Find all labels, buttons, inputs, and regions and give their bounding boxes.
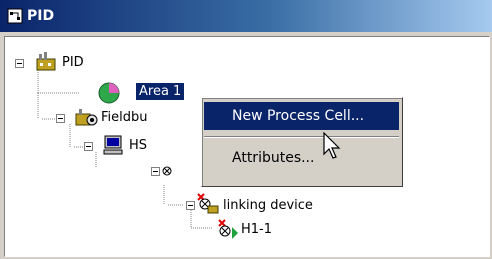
fieldbus-device-icon [162, 166, 172, 176]
window-app-icon [7, 8, 23, 24]
context-menu: New Process Cell... Attributes... [201, 97, 403, 187]
window-title: PID [27, 8, 55, 24]
menu-separator [204, 136, 399, 138]
tree-item-hs[interactable]: HS [129, 137, 147, 154]
area-pie-icon [98, 82, 120, 104]
application-window: PID PID Area 1 Fieldbu HS linking device… [0, 0, 492, 259]
plant-icon [36, 52, 56, 71]
collapse-toggle-pid[interactable] [15, 59, 24, 68]
computer-icon [103, 135, 123, 155]
h1-segment-icon [218, 219, 238, 239]
tree-item-pid[interactable]: PID [62, 54, 84, 71]
collapse-toggle-fieldbus[interactable] [56, 114, 65, 123]
collapse-toggle-hs[interactable] [84, 142, 93, 151]
menu-item-attributes[interactable]: Attributes... [204, 144, 399, 172]
tree-item-area-1[interactable]: Area 1 [134, 82, 186, 101]
tree-item-linking-device[interactable]: linking device [223, 197, 313, 214]
linking-device-icon [197, 193, 219, 214]
collapse-toggle-linking-device[interactable] [186, 201, 195, 210]
tree-item-fieldbus[interactable]: Fieldbu [101, 109, 148, 126]
menu-item-new-process-cell[interactable]: New Process Cell... [204, 102, 399, 130]
mouse-pointer-icon [323, 132, 341, 159]
fieldbus-network-icon [75, 109, 98, 126]
tree-item-h1-1[interactable]: H1-1 [241, 221, 272, 238]
title-bar[interactable]: PID [0, 0, 492, 32]
